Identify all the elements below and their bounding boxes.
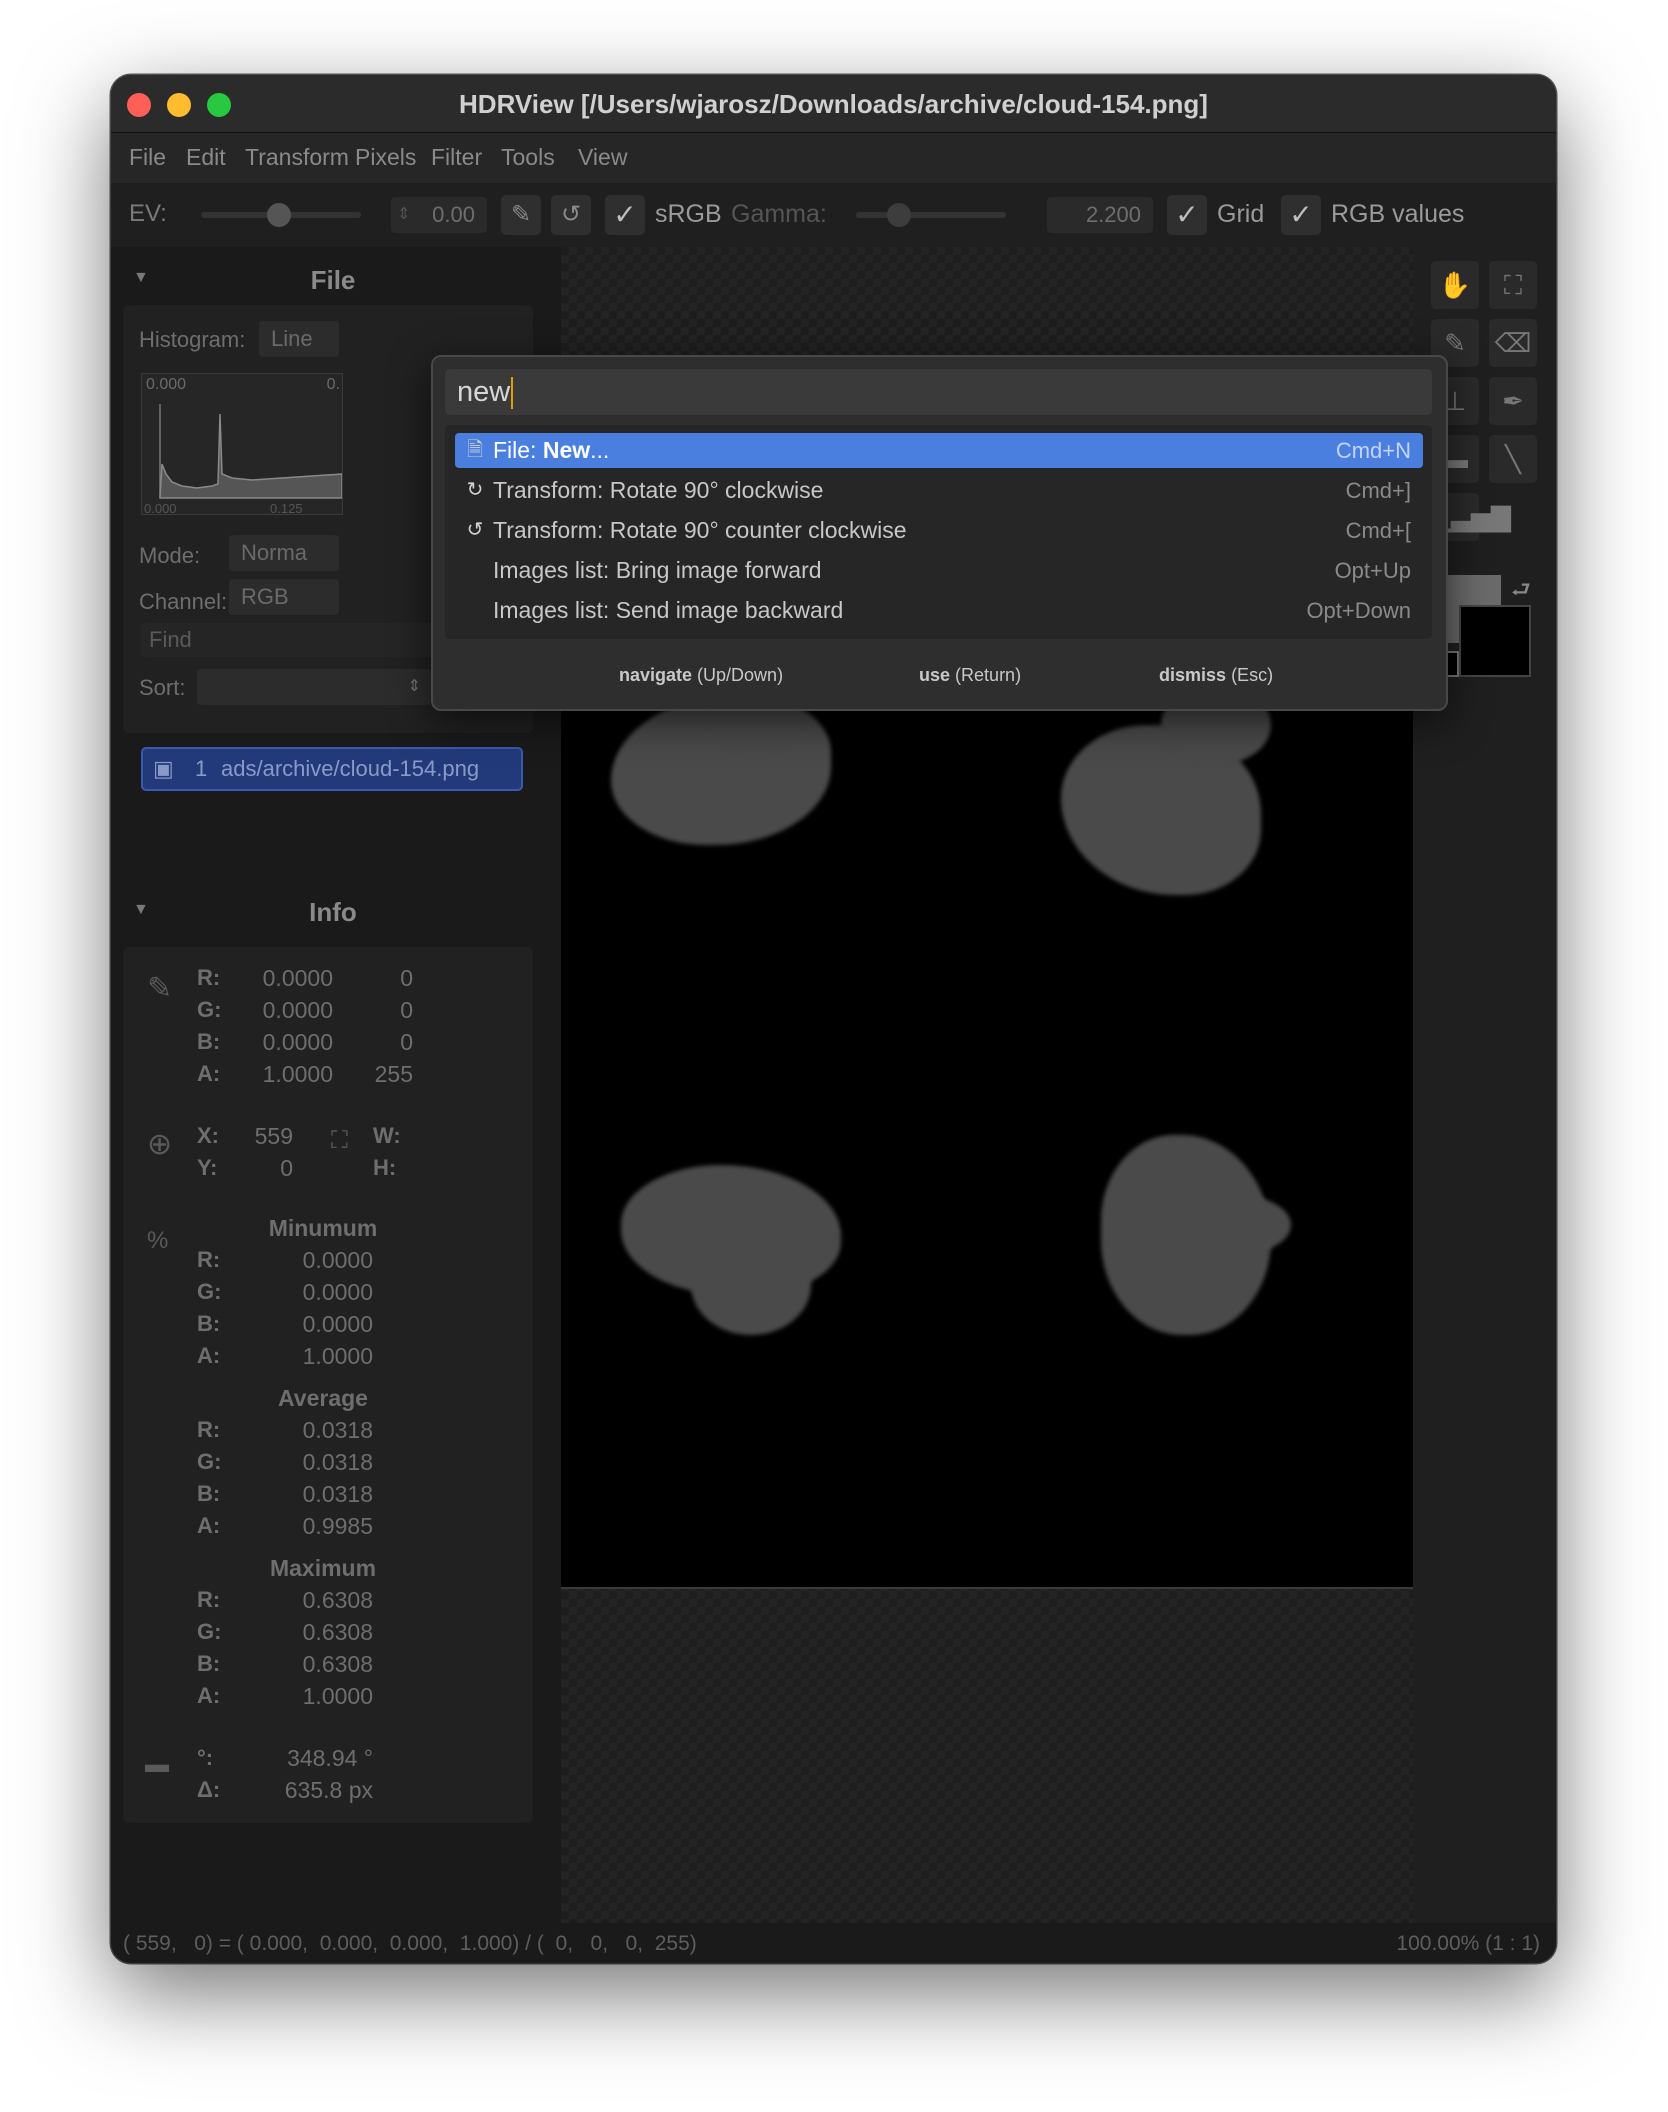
stats-icon: % xyxy=(147,1227,169,1254)
image-view xyxy=(561,575,1413,1589)
ev-slider-knob[interactable] xyxy=(267,203,291,227)
file-list-item[interactable]: ▣ 1 ads/archive/cloud-154.png xyxy=(141,747,523,791)
hint-navigate: navigate (Up/Down) xyxy=(619,665,784,685)
sort-select[interactable]: ⇕ xyxy=(197,669,431,705)
histogram-mode-select[interactable]: Line xyxy=(259,321,339,357)
srgb-label: sRGB xyxy=(655,200,722,228)
reset-button[interactable]: ↺ xyxy=(551,195,591,235)
rotate-ccw-icon: ↺ xyxy=(466,519,484,541)
histogram-label: Histogram: xyxy=(139,327,246,352)
stepper-icon: ⇕ xyxy=(397,206,411,223)
save-icon: ▣ xyxy=(153,756,174,781)
menu-pixels[interactable]: Pixels xyxy=(355,144,416,171)
channel-label: Channel: xyxy=(139,589,228,614)
histogram: 0.000 0. 0.000 0.125 xyxy=(141,373,343,516)
status-pixel-readout: ( 559, 0) = ( 0.000, 0.000, 0.000, 1.000… xyxy=(123,1932,697,1955)
crosshair-icon: ⊕ xyxy=(147,1128,173,1161)
rgb-values-label: RGB values xyxy=(1331,200,1465,228)
menu-filter[interactable]: Filter xyxy=(431,144,482,171)
grid-label: Grid xyxy=(1217,200,1265,228)
channel-select[interactable]: RGB xyxy=(229,579,339,615)
menu-file[interactable]: File xyxy=(129,144,166,171)
fit-tool[interactable]: ⛶ xyxy=(1489,261,1537,309)
grid-checkbox[interactable]: ✓ xyxy=(1167,195,1207,235)
background-color-swatch[interactable] xyxy=(1459,605,1531,677)
eraser-icon: ⌫ xyxy=(1494,328,1532,358)
updown-icon: ⇕ xyxy=(407,678,421,695)
swap-colors-icon[interactable]: ⮐ xyxy=(1511,573,1531,611)
command-search-input[interactable]: new xyxy=(445,369,1432,415)
menu-view[interactable]: View xyxy=(578,144,627,171)
hint-dismiss: dismiss (Esc) xyxy=(1159,665,1274,685)
reset-icon: ↺ xyxy=(560,201,582,228)
file-icon: 🗎 xyxy=(466,439,484,461)
cloud-shape xyxy=(1181,1195,1291,1255)
info-section-header[interactable]: ▼ Info xyxy=(123,889,543,935)
check-icon: ✓ xyxy=(1289,199,1313,230)
histogram-plot xyxy=(159,404,342,499)
gamma-slider-knob[interactable] xyxy=(887,203,911,227)
find-input[interactable]: Find xyxy=(141,623,461,657)
line-tool[interactable]: ╲ xyxy=(1489,435,1537,483)
command-item-rotate-ccw[interactable]: ↺ Transform: Rotate 90° counter clockwis… xyxy=(455,513,1423,548)
command-item-bring-forward[interactable]: Images list: Bring image forward Opt+Up xyxy=(455,553,1423,588)
command-palette: new 🗎 File: New... Cmd+N ↻ Transform: Ro… xyxy=(431,355,1448,711)
eraser-tool[interactable]: ⌫ xyxy=(1489,319,1537,367)
ruler-icon: ▬ xyxy=(145,1751,169,1778)
eyedropper-icon: ✒ xyxy=(1502,386,1524,416)
check-icon: ✓ xyxy=(613,199,637,230)
rotate-cw-icon: ↻ xyxy=(466,479,484,501)
files-section-header[interactable]: ▼ File xyxy=(123,257,543,303)
sort-label: Sort: xyxy=(139,675,186,700)
bounding-box-icon: ⛶ xyxy=(331,1127,348,1154)
command-item-rotate-cw[interactable]: ↻ Transform: Rotate 90° clockwise Cmd+] xyxy=(455,473,1423,508)
ev-label: EV: xyxy=(129,200,167,227)
command-item-file-new[interactable]: 🗎 File: New... Cmd+N xyxy=(455,433,1423,468)
rgb-values-checkbox[interactable]: ✓ xyxy=(1281,195,1321,235)
command-list: 🗎 File: New... Cmd+N ↻ Transform: Rotate… xyxy=(445,425,1432,639)
gamma-label: Gamma: xyxy=(731,200,827,228)
menu-tools[interactable]: Tools xyxy=(501,144,555,171)
menu-transform[interactable]: Transform xyxy=(245,144,349,171)
magic-wand-icon: ✎ xyxy=(510,201,532,228)
command-item-send-backward[interactable]: Images list: Send image backward Opt+Dow… xyxy=(455,593,1423,628)
gamma-input[interactable]: 2.200 xyxy=(1047,197,1153,233)
file-name: ads/archive/cloud-154.png xyxy=(221,756,480,781)
status-bar: ( 559, 0) = ( 0.000, 0.000, 0.000, 1.000… xyxy=(111,1923,1556,1963)
brush-icon: ✎ xyxy=(1444,328,1466,358)
gamma-slider[interactable] xyxy=(856,212,1006,218)
cloud-shape xyxy=(691,1235,811,1335)
app-window: HDRView [/Users/wjarosz/Downloads/archiv… xyxy=(111,75,1556,1963)
window-title: HDRView [/Users/wjarosz/Downloads/archiv… xyxy=(459,89,1208,119)
hand-icon: ✋ xyxy=(1438,270,1472,300)
mode-label: Mode: xyxy=(139,543,201,568)
status-zoom: 100.00% (1 : 1) xyxy=(1396,1932,1540,1955)
menu-bar: File Edit Transform Pixels Filter Tools … xyxy=(111,133,1556,183)
ev-input[interactable]: ⇕ 0.00 xyxy=(391,197,487,233)
line-icon: ╲ xyxy=(1505,444,1521,474)
srgb-checkbox[interactable]: ✓ xyxy=(605,195,645,235)
eyedropper-tool[interactable]: ✒ xyxy=(1489,377,1537,425)
hint-use: use (Return) xyxy=(919,665,1022,685)
toolbar: EV: ⇕ 0.00 ✎ ↺ ✓ sRGB Gamma: 2.200 ✓ Gri… xyxy=(111,183,1556,247)
pan-tool[interactable]: ✋ xyxy=(1431,261,1479,309)
menu-edit[interactable]: Edit xyxy=(186,144,226,171)
mode-select[interactable]: Norma xyxy=(229,535,339,571)
auto-exposure-button[interactable]: ✎ xyxy=(501,195,541,235)
expand-icon: ⛶ xyxy=(1503,270,1523,300)
info-panel: ✎ R: 0.0000 0 G: 0.0000 0 B: 0.0000 0 A:… xyxy=(123,947,533,1823)
eyedropper-icon: ✎ xyxy=(147,972,173,1005)
check-icon: ✓ xyxy=(1175,199,1199,230)
title-bar: HDRView [/Users/wjarosz/Downloads/archiv… xyxy=(111,75,1556,133)
